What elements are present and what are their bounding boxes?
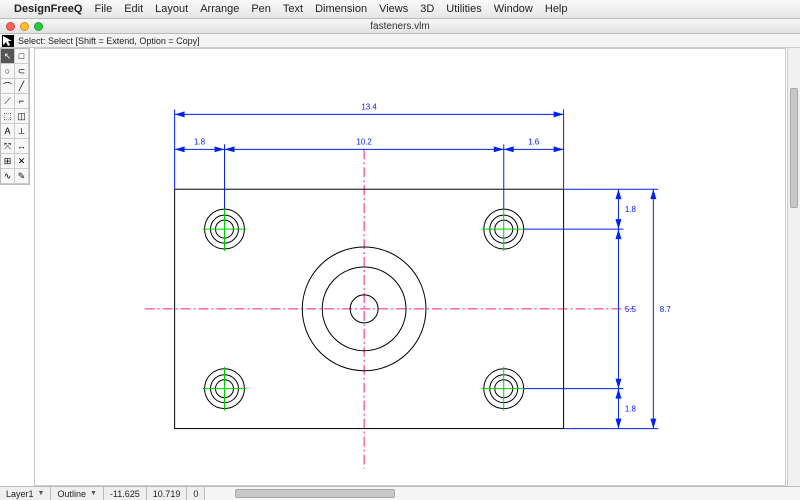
menu-file[interactable]: File <box>94 3 112 15</box>
horizontal-scrollbar[interactable] <box>205 487 800 500</box>
menu-views[interactable]: Views <box>379 3 408 15</box>
menu-window[interactable]: Window <box>494 3 533 15</box>
menu-layout[interactable]: Layout <box>155 3 188 15</box>
tool-spline[interactable]: ∿ <box>1 169 15 184</box>
dim-top-right: 1.6 <box>528 137 540 146</box>
tool-pattern[interactable]: ◫ <box>15 109 29 124</box>
menu-dimension[interactable]: Dimension <box>315 3 367 15</box>
tool-palette: ↖ □ ○ ⊂ ⌒ ╱ ⟋ ⌐ ⬚ ◫ A ⟂ ⤧ ↔ ⊞ ✕ ∿ ✎ <box>0 48 30 185</box>
coord-extra: 0 <box>187 487 205 500</box>
layer-dropdown[interactable]: Layer1 <box>0 487 51 500</box>
tool-perp[interactable]: ⟂ <box>15 124 29 139</box>
dim-top-total: 13.4 <box>361 102 377 111</box>
hole-br <box>482 367 526 411</box>
status-bar: Layer1 Outline -11.625 10.719 0 <box>0 486 800 500</box>
menubar: DesignFreeQ File Edit Layout Arrange Pen… <box>0 0 800 18</box>
tool-circle[interactable]: ○ <box>1 64 15 79</box>
menu-help[interactable]: Help <box>545 3 568 15</box>
tool-hint-text: Select: Select [Shift = Extend, Option =… <box>18 36 200 46</box>
tool-hint-bar: Select: Select [Shift = Extend, Option =… <box>0 34 800 48</box>
cad-drawing: 13.4 1.8 10.2 1.6 8.7 5.5 1.8 1.8 <box>35 49 785 485</box>
dim-right-mid: 5.5 <box>625 305 637 314</box>
tool-corner[interactable]: ⌐ <box>15 94 29 109</box>
menu-utilities[interactable]: Utilities <box>446 3 481 15</box>
tool-grid[interactable]: ⊞ <box>1 154 15 169</box>
tool-polyline[interactable]: ⟋ <box>1 94 15 109</box>
document-title: fasteners.vlm <box>0 21 800 32</box>
dim-right-gap-bot: 1.8 <box>625 405 637 414</box>
hscroll-thumb[interactable] <box>235 489 395 498</box>
coord-y: 10.719 <box>147 487 188 500</box>
dim-right-total: 8.7 <box>660 305 672 314</box>
dim-right-gap-top: 1.8 <box>625 205 637 214</box>
tool-offset[interactable]: ⬚ <box>1 109 15 124</box>
tool-curve[interactable]: ⌒ <box>1 79 15 94</box>
menu-pen[interactable]: Pen <box>251 3 271 15</box>
coord-x: -11.625 <box>104 487 147 500</box>
menu-text[interactable]: Text <box>283 3 303 15</box>
tool-rect[interactable]: □ <box>15 49 29 64</box>
vertical-scrollbar[interactable] <box>787 48 800 486</box>
cursor-icon <box>2 35 14 47</box>
tool-mirror[interactable]: ↔ <box>15 139 29 154</box>
hole-bl <box>203 367 247 411</box>
menu-edit[interactable]: Edit <box>124 3 143 15</box>
tool-arc[interactable]: ⊂ <box>15 64 29 79</box>
tool-select[interactable]: ↖ <box>1 49 15 64</box>
tool-pencil[interactable]: ✎ <box>15 169 29 184</box>
dim-top-mid: 10.2 <box>356 137 372 146</box>
tool-line[interactable]: ╱ <box>15 79 29 94</box>
window-titlebar[interactable]: fasteners.vlm <box>0 18 800 34</box>
tool-trim[interactable]: ✕ <box>15 154 29 169</box>
dim-top-left: 1.8 <box>194 137 206 146</box>
vscroll-thumb[interactable] <box>790 88 798 208</box>
tool-text[interactable]: A <box>1 124 15 139</box>
tool-move[interactable]: ⤧ <box>1 139 15 154</box>
menu-arrange[interactable]: Arrange <box>200 3 239 15</box>
hole-tr <box>482 207 526 251</box>
style-dropdown[interactable]: Outline <box>51 487 103 500</box>
workspace: ↖ □ ○ ⊂ ⌒ ╱ ⟋ ⌐ ⬚ ◫ A ⟂ ⤧ ↔ ⊞ ✕ ∿ ✎ <box>0 48 800 486</box>
menu-3d[interactable]: 3D <box>420 3 434 15</box>
hole-tl <box>203 207 247 251</box>
drawing-canvas[interactable]: 13.4 1.8 10.2 1.6 8.7 5.5 1.8 1.8 <box>34 48 786 486</box>
menu-app[interactable]: DesignFreeQ <box>14 3 82 15</box>
